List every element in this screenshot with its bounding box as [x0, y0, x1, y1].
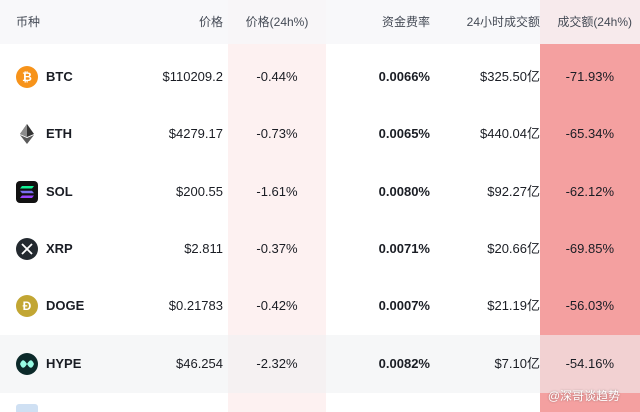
volume-value: $92.27亿 — [487, 184, 540, 199]
header-volume-change[interactable]: 成交额(24h%) — [540, 0, 632, 44]
funding-rate-value: 0.0007% — [378, 298, 430, 313]
hyperliquid-icon — [16, 353, 38, 375]
price-change-value: -2.32% — [256, 356, 298, 371]
volume-change-value: -71.93% — [565, 69, 614, 84]
volume-change-value: -62.12% — [565, 184, 614, 199]
watermark: @深哥谈趋势 — [547, 389, 620, 403]
price-value: $4279.17 — [168, 126, 223, 141]
table-row[interactable]: ₿ BTC $110209.2 -0.44% 0.0066% $325.50亿 … — [0, 48, 640, 106]
price-value: $200.55 — [176, 184, 223, 199]
funding-rate-value: 0.0066% — [378, 69, 430, 84]
bitcoin-icon: ₿ — [16, 66, 38, 88]
price-change-value: -0.37% — [256, 241, 298, 256]
coin-symbol: ETH — [46, 126, 72, 141]
coin-symbol: HYPE — [46, 356, 82, 371]
header-price[interactable]: 价格 — [120, 0, 223, 44]
price-value: $2.811 — [184, 241, 223, 256]
ethereum-icon — [16, 123, 38, 145]
price-change-value: -1.61% — [256, 184, 298, 199]
table-row[interactable]: HYPE $46.254 -2.32% 0.0082% $7.10亿 -54.1… — [0, 335, 640, 393]
price-value: $0.21783 — [168, 298, 223, 313]
funding-rate-value: 0.0071% — [378, 241, 430, 256]
dogecoin-icon: Ð — [16, 295, 38, 317]
table-row[interactable]: SOL $200.55 -1.61% 0.0080% $92.27亿 -62.1… — [0, 163, 640, 221]
volume-value: $7.10亿 — [494, 356, 540, 371]
volume-change-value: -69.85% — [565, 241, 614, 256]
funding-rate-value: 0.0065% — [378, 126, 430, 141]
table-header: 币种 价格 价格(24h%) 资金费率 24小时成交额 成交额(24h%) — [0, 0, 640, 44]
volume-value: $20.66亿 — [487, 241, 540, 256]
partial-coin-icon — [16, 404, 38, 412]
price-change-value: -0.42% — [256, 298, 298, 313]
coin-symbol: XRP — [46, 241, 73, 256]
price-change-value: -0.44% — [256, 69, 298, 84]
solana-icon — [16, 181, 38, 203]
volume-value: $325.50亿 — [480, 69, 540, 84]
header-price-change[interactable]: 价格(24h%) — [228, 0, 326, 44]
header-volume[interactable]: 24小时成交额 — [430, 0, 540, 44]
volume-change-value: -65.34% — [565, 126, 614, 141]
xrp-icon — [16, 238, 38, 260]
coin-symbol: BTC — [46, 69, 73, 84]
market-table: 币种 价格 价格(24h%) 资金费率 24小时成交额 成交额(24h%) ₿ … — [0, 0, 640, 412]
funding-rate-value: 0.0080% — [378, 184, 430, 199]
volume-change-value: -56.03% — [565, 298, 614, 313]
price-value: $110209.2 — [162, 69, 224, 84]
price-change-value: -0.73% — [256, 126, 298, 141]
coin-symbol: SOL — [46, 184, 73, 199]
volume-value: $440.04亿 — [480, 126, 540, 141]
volume-value: $21.19亿 — [487, 298, 540, 313]
table-row[interactable]: XRP $2.811 -0.37% 0.0071% $20.66亿 -69.85… — [0, 220, 640, 278]
coin-symbol: DOGE — [46, 298, 85, 313]
volume-change-value: -54.16% — [565, 356, 614, 371]
funding-rate-value: 0.0082% — [378, 356, 430, 371]
table-row[interactable]: Ð DOGE $0.21783 -0.42% 0.0007% $21.19亿 -… — [0, 277, 640, 335]
table-row[interactable]: ETH $4279.17 -0.73% 0.0065% $440.04亿 -65… — [0, 105, 640, 163]
price-value: $46.254 — [176, 356, 223, 371]
header-funding-rate[interactable]: 资金费率 — [326, 0, 430, 44]
